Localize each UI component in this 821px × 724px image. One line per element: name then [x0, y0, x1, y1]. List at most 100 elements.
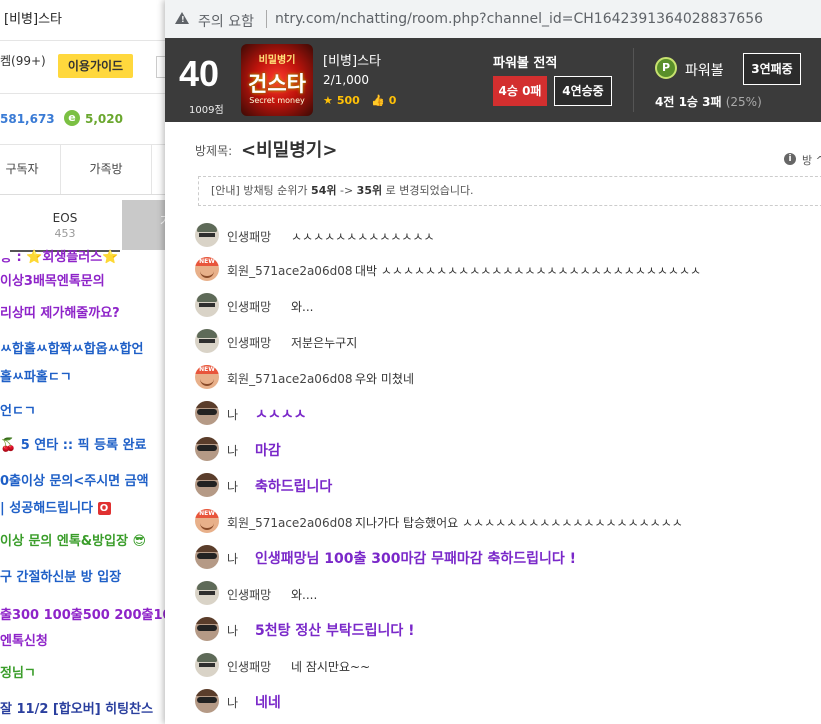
- powerball-record: 4전 1승 3패 (25%): [655, 93, 762, 110]
- message-nickname[interactable]: 나: [227, 406, 238, 423]
- url-divider: [266, 10, 267, 28]
- tab-family[interactable]: 가족방: [60, 144, 152, 194]
- avatar-icon[interactable]: [195, 223, 219, 247]
- message-text: 5천탕 정산 부탁드립니다 !: [255, 623, 415, 639]
- star-count: ★ 500: [323, 94, 360, 107]
- avatar-icon[interactable]: [195, 257, 219, 281]
- thumb-value: 0: [388, 94, 397, 107]
- bg-list-item[interactable]: 구 간절하신분 방 입장: [0, 566, 121, 585]
- notice-to-rank: 35위: [356, 184, 383, 197]
- message-nickname[interactable]: 나: [227, 694, 238, 711]
- message-text: 와...: [291, 300, 314, 314]
- avatar-icon[interactable]: [195, 545, 219, 569]
- room-level: 40: [179, 53, 220, 94]
- message-text: 와....: [291, 588, 318, 602]
- bg-coin-value: 5,020: [85, 112, 123, 126]
- message-text: 인생패망님 100출 300마감 무패마감 축하드립니다 !: [255, 551, 577, 567]
- avatar-icon[interactable]: [195, 617, 219, 641]
- record-badge: 4승 0패: [493, 76, 547, 106]
- guide-button[interactable]: 이용가이드: [58, 54, 133, 78]
- message-nickname[interactable]: 나: [227, 442, 238, 459]
- avatar-icon[interactable]: [195, 365, 219, 389]
- powerball-label: 파워볼: [685, 63, 724, 79]
- bg-tabs: 구독자 가족방: [0, 144, 165, 195]
- avatar-icon[interactable]: [195, 509, 219, 533]
- message-nickname[interactable]: 나: [227, 622, 238, 639]
- message-nickname[interactable]: 회원_571ace2a06d08: [227, 514, 352, 531]
- logo-top-text: 비밀병기: [258, 55, 296, 66]
- header-divider: [633, 48, 634, 112]
- subtab-eos-count: 453: [54, 227, 76, 240]
- thumb-count: 👍 0: [371, 94, 396, 107]
- bg-list-item[interactable]: 0출이상 문의<주시면 금액: [0, 470, 149, 489]
- avatar-icon[interactable]: [195, 293, 219, 317]
- message-text: 축하드립니다: [255, 479, 333, 495]
- chat-message: 나 5천탕 정산 부탁드립니다 !: [165, 614, 821, 644]
- avatar-icon[interactable]: [195, 473, 219, 497]
- bg-stat-number: 581,673: [0, 112, 55, 126]
- avatar-icon[interactable]: [195, 401, 219, 425]
- bg-list-item[interactable]: 리상띠 제가해줄까요?: [0, 302, 120, 321]
- notice-arrow: ->: [336, 184, 357, 197]
- info-icon[interactable]: i: [784, 153, 796, 165]
- message-nickname[interactable]: 나: [227, 550, 238, 567]
- message-text: ㅅㅅㅅㅅ: [255, 407, 307, 423]
- room-points: 1009점: [189, 105, 224, 116]
- chat-message: 나 마감: [165, 434, 821, 464]
- security-warning-text[interactable]: 주의 요함: [198, 11, 254, 31]
- bg-count-text: 켐(99+): [0, 54, 46, 68]
- chat-popup-window: ! 주의 요함 ntry.com/nchatting/room.php?chan…: [165, 0, 821, 724]
- room-member-count: 2/1,000: [323, 73, 370, 87]
- coin-icon: e: [64, 110, 80, 126]
- streak-badge: 4연승중: [554, 76, 612, 106]
- address-bar[interactable]: ! 주의 요함 ntry.com/nchatting/room.php?chan…: [165, 0, 821, 39]
- avatar-icon[interactable]: [195, 653, 219, 677]
- bg-list-item[interactable]: 잘 11/2 [합오버] 히팅찬스: [0, 698, 153, 717]
- notice-from-rank: 54위: [311, 184, 337, 197]
- star-value: 500: [336, 94, 360, 107]
- rank-notice: [안내] 방채팅 순위가 54위 -> 35위 로 변경되었습니다.: [198, 176, 821, 206]
- bg-subtabs: EOS 453 가: [0, 200, 171, 252]
- subtab-eos[interactable]: EOS 453: [10, 200, 120, 252]
- message-nickname[interactable]: 인생패망: [227, 586, 271, 603]
- room-info-link[interactable]: 방 ^: [802, 152, 821, 168]
- message-nickname[interactable]: 인생패망: [227, 228, 271, 245]
- bg-list-item[interactable]: 언ㄷㄱ: [0, 400, 36, 419]
- chat-message: 인생패망 ㅅㅅㅅㅅㅅㅅㅅㅅㅅㅅㅅㅅㅅ: [165, 220, 821, 250]
- red-badge-icon: O: [97, 502, 111, 515]
- chat-message: 나 ㅅㅅㅅㅅ: [165, 398, 821, 428]
- message-nickname[interactable]: 인생패망: [227, 334, 271, 351]
- avatar-icon[interactable]: [195, 581, 219, 605]
- chat-message: 인생패망 와....: [165, 578, 821, 608]
- url-text[interactable]: ntry.com/nchatting/room.php?channel_id=C…: [275, 11, 763, 27]
- tab-subscribers[interactable]: 구독자: [0, 144, 44, 194]
- subtab-other[interactable]: 가: [122, 200, 171, 250]
- avatar-icon[interactable]: [195, 437, 219, 461]
- bg-list-item[interactable]: 이상3배목엔톡문의: [0, 270, 105, 289]
- message-text: 지나가다 탑승했어요 ㅅㅅㅅㅅㅅㅅㅅㅅㅅㅅㅅㅅㅅㅅㅅㅅㅅㅅㅅㅅ: [355, 516, 683, 530]
- message-nickname[interactable]: 나: [227, 478, 238, 495]
- bg-list-item[interactable]: 홀ㅆ파홀ㄷㄱ: [0, 366, 72, 385]
- room-title-area: 방제목: <비밀병기> i 방 ^: [165, 122, 821, 174]
- message-nickname[interactable]: 인생패망: [227, 298, 271, 315]
- bg-list-item[interactable]: 엔톡신청: [0, 630, 48, 649]
- avatar-icon[interactable]: [195, 329, 219, 353]
- bg-list-item[interactable]: ᆼ : ⭐회생플러스⭐: [0, 246, 118, 265]
- room-logo: 비밀병기 건스타 Secret money: [241, 44, 313, 116]
- message-nickname[interactable]: 회원_571ace2a06d08: [227, 262, 352, 279]
- message-nickname[interactable]: 회원_571ace2a06d08: [227, 370, 352, 387]
- bg-list-item[interactable]: 이상 문의 엔톡&방입장 😎: [0, 530, 146, 549]
- bg-list-item[interactable]: ㅆ합홀ㅆ합짝ㅆ합옵ㅆ합언: [0, 338, 144, 357]
- room-header: 40 1009점 비밀병기 건스타 Secret money [비병]스타 2/…: [165, 38, 821, 122]
- avatar-icon[interactable]: [195, 689, 219, 713]
- warning-icon[interactable]: !: [175, 12, 189, 24]
- message-nickname[interactable]: 인생패망: [227, 658, 271, 675]
- bg-list-item[interactable]: 출300 100출500 200출10: [0, 604, 172, 623]
- bg-list-item[interactable]: 정님ㄱ: [0, 662, 36, 681]
- chat-message: 인생패망 저분은누구지: [165, 326, 821, 356]
- powerball-record-text: 4전 1승 3패: [655, 95, 722, 109]
- bg-list-item[interactable]: | 성공해드립니다 O: [0, 497, 111, 516]
- notice-suffix: 로 변경되었습니다.: [382, 184, 474, 197]
- bg-list-item[interactable]: 🍒 5 연타 :: 픽 등록 완료: [0, 434, 147, 453]
- powerball-percent: (25%): [725, 95, 762, 109]
